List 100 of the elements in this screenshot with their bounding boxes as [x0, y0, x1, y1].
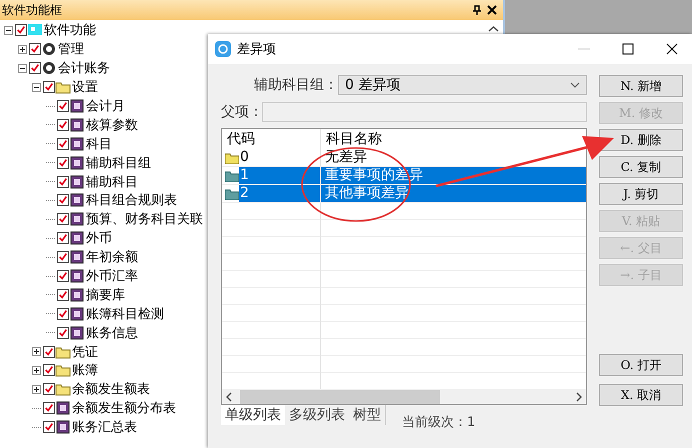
- document-icon: [69, 116, 85, 133]
- tree-item[interactable]: 外币: [86, 229, 112, 248]
- tree-item[interactable]: 摘要库: [86, 286, 125, 304]
- checkbox[interactable]: [57, 118, 69, 131]
- tree-item[interactable]: 软件功能: [44, 21, 96, 40]
- expand-icon[interactable]: [18, 44, 27, 54]
- action-button[interactable]: J. 剪切: [599, 183, 683, 205]
- action-button[interactable]: X. 取消: [599, 384, 683, 406]
- tree-item[interactable]: 科目组合规则表: [86, 191, 177, 210]
- tree-item[interactable]: 辅助科目组: [86, 154, 151, 172]
- action-button[interactable]: O. 打开: [599, 354, 683, 376]
- document-icon: [69, 286, 85, 303]
- tree-item[interactable]: 账务信息: [86, 324, 138, 342]
- document-icon: [69, 174, 85, 190]
- maximize-icon[interactable]: [622, 43, 634, 55]
- tree-item[interactable]: 年初余额: [86, 248, 138, 266]
- pin-icon[interactable]: [472, 5, 482, 15]
- table-cell[interactable]: 1: [239, 167, 320, 184]
- scroll-right-icon[interactable]: [575, 392, 583, 402]
- tree-item[interactable]: 会计账务: [58, 59, 110, 78]
- document-icon: [69, 136, 85, 152]
- checkbox[interactable]: [57, 270, 69, 282]
- action-button[interactable]: N. 新增: [599, 75, 683, 97]
- field-label: 辅助科目组：: [253, 76, 338, 94]
- tree-item[interactable]: 设置: [72, 78, 98, 96]
- tree-item[interactable]: 余额发生额分布表: [72, 399, 176, 418]
- checkbox[interactable]: [57, 213, 69, 226]
- table-cell[interactable]: 0: [239, 149, 320, 166]
- expand-icon[interactable]: [32, 384, 41, 394]
- column-header[interactable]: 代码: [222, 129, 321, 149]
- tree-item[interactable]: 会计月: [86, 97, 125, 115]
- tree-item[interactable]: 账簿科目检测: [86, 304, 164, 323]
- checkbox[interactable]: [43, 364, 55, 376]
- checkbox[interactable]: [57, 138, 69, 150]
- dialog-title: 差异项: [237, 41, 277, 58]
- panel-title: 软件功能框: [2, 2, 63, 18]
- tree-item[interactable]: 账簿: [72, 361, 98, 380]
- scrollbar-thumb[interactable]: [240, 390, 440, 404]
- tree-item[interactable]: 余额发生额表: [72, 380, 150, 398]
- document-icon: [69, 211, 85, 228]
- expand-icon[interactable]: [32, 366, 41, 375]
- folder-icon: [225, 188, 239, 200]
- checkbox[interactable]: [43, 383, 55, 396]
- tree-item[interactable]: 预算、财务科目关联: [86, 210, 203, 228]
- scroll-left-icon[interactable]: [225, 392, 233, 402]
- checkbox[interactable]: [57, 308, 69, 320]
- document-icon: [55, 400, 71, 416]
- checkbox[interactable]: [57, 156, 69, 169]
- checkbox[interactable]: [57, 232, 69, 244]
- checkbox[interactable]: [29, 62, 41, 74]
- tree-item[interactable]: 账务汇总表: [72, 418, 137, 436]
- folder-icon: [225, 152, 239, 164]
- checkbox[interactable]: [15, 24, 27, 36]
- collapse-icon[interactable]: [4, 26, 13, 35]
- document-icon: [55, 419, 71, 436]
- document-icon: [69, 154, 85, 171]
- close-icon[interactable]: [487, 5, 497, 15]
- tree-item[interactable]: 凭证: [72, 342, 98, 361]
- column-header[interactable]: 科目名称: [321, 129, 586, 149]
- app-icon: [215, 41, 231, 57]
- checkbox[interactable]: [43, 346, 55, 358]
- checkbox[interactable]: [57, 288, 69, 301]
- checkbox[interactable]: [43, 421, 55, 434]
- checkbox[interactable]: [57, 176, 69, 188]
- tree-item[interactable]: 外币汇率: [86, 267, 138, 286]
- table-cell[interactable]: 其他事项差异: [321, 185, 586, 202]
- document-icon: [69, 324, 85, 341]
- circle-icon: [41, 41, 57, 58]
- group-dropdown[interactable]: 0 差异项: [338, 75, 587, 95]
- checkbox[interactable]: [43, 402, 55, 414]
- tab[interactable]: 单级列表: [221, 405, 285, 425]
- expand-icon[interactable]: [32, 347, 41, 356]
- tree-item[interactable]: 科目: [86, 134, 112, 153]
- document-icon: [69, 192, 85, 208]
- checkbox[interactable]: [57, 326, 69, 339]
- folder-icon: [225, 170, 239, 182]
- checkbox[interactable]: [43, 81, 55, 94]
- action-button[interactable]: C. 复制: [599, 156, 683, 178]
- tree-item[interactable]: 核算参数: [86, 116, 138, 134]
- caret-icon[interactable]: [570, 82, 580, 88]
- checkbox[interactable]: [57, 100, 69, 112]
- tree-item[interactable]: 辅助科目: [86, 172, 138, 191]
- collapse-icon[interactable]: [32, 82, 41, 92]
- tab[interactable]: 树型: [349, 405, 385, 425]
- collapse-icon[interactable]: [18, 64, 27, 73]
- checkbox[interactable]: [29, 43, 41, 56]
- close-icon[interactable]: [666, 43, 678, 55]
- field-label: 父项：: [221, 103, 262, 121]
- tab[interactable]: 多级列表: [285, 405, 349, 425]
- checkbox[interactable]: [57, 251, 69, 264]
- checkbox[interactable]: [57, 194, 69, 206]
- table-cell[interactable]: 2: [239, 185, 320, 202]
- tree-item[interactable]: 管理: [58, 40, 84, 58]
- action-button[interactable]: D. 删除: [599, 129, 683, 151]
- horizontal-scrollbar[interactable]: [222, 389, 586, 404]
- document-icon: [69, 249, 85, 266]
- circle-icon: [41, 60, 57, 76]
- document-icon: [69, 306, 85, 322]
- parent-input-field[interactable]: [262, 102, 587, 122]
- level-text: 当前级次：1: [402, 414, 476, 431]
